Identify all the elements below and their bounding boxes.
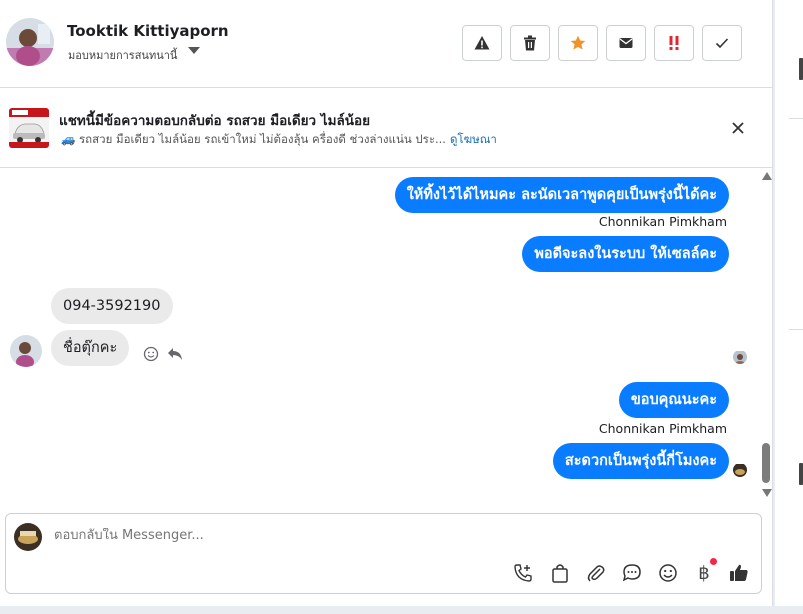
important-button[interactable]	[654, 25, 694, 61]
emoji-icon	[659, 564, 677, 582]
ad-banner-subtitle: 🚙 รถสวย มือเดียว ไมล์น้อย รถเข้าใหม่ ไม่…	[61, 131, 497, 149]
payment-button[interactable]: ฿	[693, 562, 715, 584]
call-button[interactable]	[512, 562, 534, 584]
ad-thumbnail[interactable]	[9, 108, 49, 148]
check-icon	[715, 38, 729, 49]
divider	[789, 329, 803, 330]
assign-conversation-label[interactable]: มอบหมายการสนทนานี้	[68, 46, 177, 64]
delete-button[interactable]	[510, 25, 550, 61]
chevron-down-icon[interactable]	[188, 47, 200, 54]
outgoing-message[interactable]: สะดวกเป็นพรุ่งนี้กี่โมงคะ	[552, 443, 729, 479]
page-avatar	[14, 523, 42, 551]
done-button[interactable]	[702, 25, 742, 61]
conversation-panel: Tooktik Kittiyaporn มอบหมายการสนทนานี้ แ…	[0, 0, 773, 606]
trash-icon	[524, 35, 536, 51]
outgoing-message[interactable]: ให้ทิ้งไว้ได้ไหมคะ ละนัดเวลาพูดคุยเป็นพร…	[394, 177, 729, 213]
view-ad-link[interactable]: ดูโฆษณา	[450, 132, 497, 146]
reply-icon[interactable]	[167, 347, 183, 361]
seen-avatar	[733, 350, 747, 364]
incoming-message[interactable]: ชื่อตุ๊กคะ	[51, 330, 130, 366]
attach-button[interactable]	[585, 562, 607, 584]
mark-unread-button[interactable]	[606, 25, 646, 61]
envelope-icon	[619, 38, 633, 48]
contact-avatar[interactable]	[6, 18, 54, 66]
close-icon[interactable]	[728, 118, 748, 138]
report-button[interactable]	[462, 25, 502, 61]
notification-dot	[710, 558, 717, 565]
emoji-button[interactable]	[657, 562, 679, 584]
right-sidebar-edge	[775, 0, 803, 606]
sidebar-fragment	[799, 463, 803, 485]
sender-name: Chonnikan Pimkham	[598, 214, 727, 229]
outgoing-message[interactable]: พอดีจะลงในระบบ ให้เซลล์คะ	[522, 236, 729, 272]
shopping-bag-icon	[552, 564, 568, 583]
react-emoji-icon[interactable]	[143, 346, 159, 362]
ad-description: 🚙 รถสวย มือเดียว ไมล์น้อย รถเข้าใหม่ ไม่…	[61, 132, 446, 146]
message-thread: ให้ทิ้งไว้ได้ไหมคะ ละนัดเวลาพูดคุยเป็นพร…	[0, 168, 773, 506]
reply-composer: ฿	[5, 513, 762, 594]
conversation-header: Tooktik Kittiyaporn มอบหมายการสนทนานี้	[0, 0, 773, 88]
scroll-down-arrow[interactable]	[762, 489, 772, 497]
paperclip-icon	[587, 565, 605, 582]
sender-name: Chonnikan Pimkham	[598, 421, 727, 436]
shop-button[interactable]	[549, 562, 571, 584]
divider	[789, 118, 803, 119]
warning-icon	[474, 36, 490, 50]
message-input[interactable]	[54, 528, 554, 543]
scrollbar-thumb[interactable]	[762, 443, 770, 483]
ad-banner-title: แชทนี้มีข้อความตอบกลับต่อ รถสวย มือเดียว…	[59, 113, 370, 129]
important-icon	[669, 36, 679, 50]
scroll-up-arrow[interactable]	[762, 172, 772, 180]
outgoing-message[interactable]: ขอบคุณนะคะ	[618, 382, 729, 418]
chat-bubble-icon	[622, 564, 641, 582]
star-icon	[570, 35, 586, 50]
contact-avatar-small	[10, 335, 42, 367]
contact-name[interactable]: Tooktik Kittiyaporn	[67, 22, 229, 40]
ad-reply-banner: แชทนี้มีข้อความตอบกลับต่อ รถสวย มือเดียว…	[0, 88, 773, 168]
like-button[interactable]	[728, 562, 750, 584]
star-button[interactable]	[558, 25, 598, 61]
saved-replies-button[interactable]	[621, 562, 643, 584]
sidebar-fragment	[799, 58, 803, 80]
seen-avatar	[733, 463, 747, 477]
thumbs-up-icon	[730, 564, 748, 581]
call-add-icon	[514, 564, 532, 582]
incoming-message[interactable]: 094-3592190	[51, 288, 173, 324]
baht-icon: ฿	[698, 562, 710, 584]
